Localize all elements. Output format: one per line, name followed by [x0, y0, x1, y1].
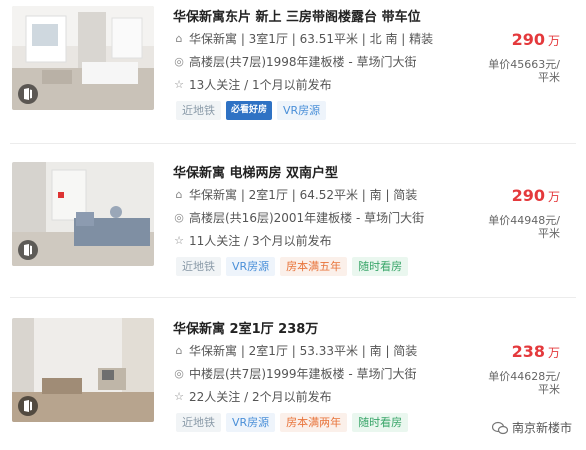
unit-price: 单价44948元/ 平米: [470, 214, 560, 240]
listing-photo[interactable]: [12, 162, 154, 266]
tag-vr: VR房源: [226, 413, 276, 432]
listing-photo[interactable]: [12, 318, 154, 422]
divider: [10, 297, 576, 298]
tag-vr: VR房源: [226, 257, 276, 276]
location-icon: ◎: [174, 366, 184, 380]
watermark-text: 南京新楼市: [511, 421, 572, 435]
listing-follow-text: 22人关注 / 2个月以前发布: [189, 390, 332, 404]
listing-title[interactable]: 华保新寓东片 新上 三房带阁楼露台 带车位: [173, 6, 421, 25]
listing-follow-text: 13人关注 / 1个月以前发布: [189, 78, 332, 92]
unit-price: 单价45663元/ 平米: [470, 58, 560, 84]
listing-info-text: 华保新寓 | 2室1厅 | 53.33平米 | 南 | 简装: [189, 344, 418, 358]
listing-follow-text: 11人关注 / 3个月以前发布: [189, 234, 332, 248]
listing-photo[interactable]: [12, 6, 154, 110]
star-icon: ☆: [174, 233, 184, 247]
listing-follow: ☆ 22人关注 / 2个月以前发布: [173, 388, 332, 405]
tag-anytime-viewing: 随时看房: [352, 257, 409, 276]
vr-icon: [18, 396, 38, 416]
listing-info: ⌂ 华保新寓 | 2室1厅 | 64.52平米 | 南 | 简装: [173, 186, 418, 203]
tag-must-see: 必看好房: [226, 101, 273, 120]
listing-tags: 近地铁 VR房源 房本满五年 随时看房: [176, 257, 409, 276]
tag-five-years: 房本满五年: [280, 257, 348, 276]
tag-vr: VR房源: [277, 101, 327, 120]
listing-title[interactable]: 华保新寓 电梯两房 双南户型: [173, 162, 338, 181]
listing-floor-text: 中楼层(共7层)1999年建板楼 - 草场门大街: [189, 367, 417, 381]
listing-info: ⌂ 华保新寓 | 2室1厅 | 53.33平米 | 南 | 简装: [173, 342, 418, 359]
location-icon: ◎: [174, 210, 184, 224]
listing-follow: ☆ 11人关注 / 3个月以前发布: [173, 232, 332, 249]
vr-icon: [18, 84, 38, 104]
listing-floor-text: 高楼层(共16层)2001年建板楼 - 草场门大街: [189, 211, 425, 225]
unit-price-line1: 单价44948元/: [488, 214, 560, 227]
listing-title[interactable]: 华保新寓 2室1厅 238万: [173, 318, 318, 337]
tag-anytime-viewing: 随时看房: [352, 413, 409, 432]
total-price: 290 万: [512, 30, 560, 49]
divider: [10, 143, 576, 144]
listing-info-text: 华保新寓 | 2室1厅 | 64.52平米 | 南 | 简装: [189, 188, 418, 202]
price-unit: 万: [547, 190, 560, 204]
price-unit: 万: [547, 346, 560, 360]
star-icon: ☆: [174, 77, 184, 91]
listing-tags: 近地铁 必看好房 VR房源: [176, 101, 327, 120]
tag-near-subway: 近地铁: [176, 413, 221, 432]
house-icon: ⌂: [175, 343, 183, 357]
watermark: 南京新楼市: [491, 419, 572, 436]
price-value: 290: [511, 186, 545, 205]
star-icon: ☆: [174, 389, 184, 403]
price-value: 290: [511, 30, 545, 49]
listing-floor: ◎ 高楼层(共7层)1998年建板楼 - 草场门大街: [173, 53, 417, 70]
unit-price-line1: 单价44628元/: [488, 370, 560, 383]
wechat-icon: [491, 421, 508, 434]
price-unit: 万: [547, 34, 560, 48]
unit-price-line1: 单价45663元/: [488, 58, 560, 71]
tag-two-years: 房本满两年: [280, 413, 348, 432]
house-icon: ⌂: [175, 187, 183, 201]
location-icon: ◎: [174, 54, 184, 68]
unit-price-line2: 平米: [538, 71, 560, 84]
price-value: 238: [511, 342, 545, 361]
listing-floor: ◎ 高楼层(共16层)2001年建板楼 - 草场门大街: [173, 209, 424, 226]
total-price: 290 万: [512, 186, 560, 205]
listing-card[interactable]: 华保新寓 电梯两房 双南户型 ⌂ 华保新寓 | 2室1厅 | 64.52平米 |…: [0, 156, 586, 296]
listing-floor-text: 高楼层(共7层)1998年建板楼 - 草场门大街: [189, 55, 417, 69]
listing-tags: 近地铁 VR房源 房本满两年 随时看房: [176, 413, 409, 432]
unit-price-line2: 平米: [538, 227, 560, 240]
listing-info-text: 华保新寓 | 3室1厅 | 63.51平米 | 北 南 | 精装: [189, 32, 434, 46]
listing-info: ⌂ 华保新寓 | 3室1厅 | 63.51平米 | 北 南 | 精装: [173, 30, 434, 47]
total-price: 238 万: [512, 342, 560, 361]
listing-follow: ☆ 13人关注 / 1个月以前发布: [173, 76, 332, 93]
house-icon: ⌂: [175, 31, 183, 45]
unit-price-line2: 平米: [538, 383, 560, 396]
unit-price: 单价44628元/ 平米: [470, 370, 560, 396]
listing-card[interactable]: 华保新寓东片 新上 三房带阁楼露台 带车位 ⌂ 华保新寓 | 3室1厅 | 63…: [0, 0, 586, 140]
vr-icon: [18, 240, 38, 260]
listing-floor: ◎ 中楼层(共7层)1999年建板楼 - 草场门大街: [173, 365, 417, 382]
tag-near-subway: 近地铁: [176, 101, 221, 120]
tag-near-subway: 近地铁: [176, 257, 221, 276]
